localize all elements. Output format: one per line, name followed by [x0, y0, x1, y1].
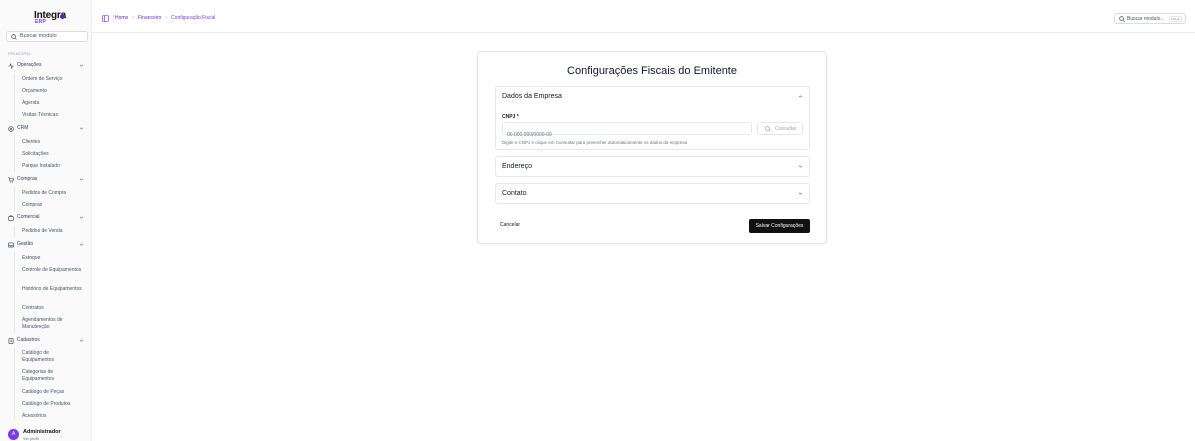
sidebar-item-clientes[interactable]: Clientes	[22, 139, 82, 146]
sidebar-group-compras[interactable]: Compras	[8, 176, 86, 184]
chevron-down-icon[interactable]	[798, 191, 803, 196]
logo-subtext: ERP	[35, 19, 47, 25]
inbox-icon	[8, 242, 14, 248]
section-label: PRINCIPAL	[8, 51, 32, 56]
accordion-endereco[interactable]: Endereço	[495, 156, 810, 177]
sidebar-group-label: Operações	[17, 62, 42, 68]
sidebar-item-pedidos-compra[interactable]: Pedidos de Compra	[22, 190, 82, 197]
tree-guide-line	[14, 187, 15, 211]
tree-guide-line	[14, 73, 15, 121]
sidebar-group-label: Compras	[17, 176, 38, 182]
cnpj-field[interactable]	[503, 129, 751, 141]
global-search-input[interactable]: Buscar modulo... Ctrl+K	[1114, 13, 1186, 24]
sidebar: Integra ERP Buscar modulo PRINCIPAL Oper…	[0, 0, 92, 441]
sidebar-group-operacoes[interactable]: Operações	[8, 62, 86, 70]
consultar-button[interactable]: Consultar	[757, 122, 803, 135]
sidebar-item-solicitacoes[interactable]: Solicitações	[22, 151, 82, 158]
sidebar-item-categorias-equipamentos[interactable]: Categorias de Equipamentos	[22, 369, 82, 382]
sidebar-item-agendamentos-manutencao[interactable]: Agendamentos de Manutenção	[22, 317, 82, 330]
accordion-header-endereco[interactable]: Endereço	[502, 163, 532, 170]
chevron-up-icon[interactable]	[798, 94, 803, 99]
chevron-right-icon: ›	[165, 15, 168, 21]
sidebar-item-controle-equipamentos[interactable]: Controle de Equipamentos	[22, 267, 82, 274]
sidebar-group-gestao[interactable]: Gestão	[8, 241, 86, 249]
user-profile-link[interactable]: Ver perfil	[23, 436, 39, 441]
sidebar-item-acessorios[interactable]: Acessórios	[22, 413, 82, 420]
sidebar-group-label: Cadastros	[17, 337, 40, 343]
page-title: Configurações Fiscais do Emitente	[567, 65, 737, 77]
sidebar-item-agenda[interactable]: Agenda	[22, 100, 82, 107]
divider	[113, 14, 114, 23]
sidebar-item-catalogo-produtos[interactable]: Catálogo de Produtos	[22, 401, 82, 408]
sidebar-item-orcamento[interactable]: Orçamento	[22, 88, 82, 95]
sidebar-item-catalogo-equipamentos[interactable]: Catálogo de Equipamentos	[22, 350, 82, 363]
sidebar-item-parque-instalado[interactable]: Parque Instalado	[22, 163, 82, 170]
chevron-down-icon	[79, 63, 84, 68]
sidebar-item-estoque[interactable]: Estoque	[22, 255, 82, 262]
activity-icon	[8, 63, 14, 69]
consultar-label: Consultar	[775, 126, 797, 132]
sidebar-item-catalogo-pecas[interactable]: Catálogo de Peças	[22, 389, 82, 396]
keyboard-shortcut-badge: Ctrl+K	[1169, 16, 1182, 22]
chevron-down-icon	[79, 242, 84, 247]
sidebar-group-label: Comercial	[17, 214, 40, 220]
accordion-dados-empresa: Dados da Empresa CNPJ * Consultar Digite…	[495, 86, 810, 150]
tree-guide-line	[14, 225, 15, 237]
sidebar-item-historico-equipamentos[interactable]: Histórico de Equipamentos	[22, 286, 82, 293]
accordion-header-contato[interactable]: Contato	[502, 190, 527, 197]
sidebar-group-comercial[interactable]: Comercial	[8, 214, 86, 222]
sidebar-item-ordem-servico[interactable]: Ordem de Serviço	[22, 76, 82, 83]
cnpj-field-wrapper	[502, 122, 752, 141]
tree-guide-line	[14, 252, 15, 333]
sidebar-search-input[interactable]: Buscar modulo	[6, 31, 88, 42]
fiscal-settings-card: Configurações Fiscais do Emitente Dados …	[477, 51, 827, 244]
breadcrumb-financeiro[interactable]: Financeiro	[138, 15, 161, 21]
avatar: A	[8, 429, 19, 440]
accordion-contato[interactable]: Contato	[495, 183, 810, 204]
tree-guide-line	[14, 348, 15, 420]
sidebar-group-cadastros[interactable]: Cadastros	[8, 337, 86, 345]
briefcase-icon	[8, 215, 14, 221]
chevron-down-icon[interactable]	[798, 164, 803, 169]
tree-guide-line	[14, 136, 15, 172]
search-icon	[1119, 16, 1125, 22]
breadcrumb-home[interactable]: Home	[115, 15, 128, 21]
chevron-right-icon: ›	[132, 15, 135, 21]
chevron-down-icon	[79, 338, 84, 343]
sidebar-group-label: CRM	[17, 125, 29, 131]
global-search-placeholder: Buscar modulo...	[1127, 16, 1165, 22]
accordion-header-dados-empresa[interactable]: Dados da Empresa	[502, 93, 562, 100]
top-header: Home › Financeiro › Configuração Fiscal …	[92, 0, 1195, 33]
cancel-button[interactable]: Cancelar	[500, 222, 520, 228]
user-name: Administrador	[23, 429, 61, 435]
chevron-down-icon	[79, 177, 84, 182]
cnpj-label: CNPJ *	[502, 114, 519, 120]
sidebar-group-label: Gestão	[17, 241, 34, 247]
breadcrumb: Home › Financeiro › Configuração Fiscal	[115, 15, 215, 21]
sidebar-toggle-icon[interactable]	[102, 15, 109, 22]
breadcrumb-current: Configuração Fiscal	[171, 15, 216, 21]
sidebar-item-pedidos-venda[interactable]: Pedidos de Venda	[22, 228, 82, 235]
chevron-down-icon	[79, 215, 84, 220]
search-icon	[765, 126, 771, 132]
cart-icon	[8, 177, 14, 183]
sidebar-item-contratos[interactable]: Contratos	[22, 305, 82, 312]
database-icon	[8, 338, 14, 344]
chevron-down-icon	[79, 126, 84, 131]
target-icon	[8, 126, 14, 132]
sidebar-item-visitas-tecnicas[interactable]: Visitas Técnicas	[22, 112, 82, 119]
logo-dot-icon	[60, 14, 65, 19]
sidebar-item-compras[interactable]: Compras	[22, 202, 82, 209]
save-button[interactable]: Salvar Configurações	[749, 219, 810, 233]
cnpj-hint: Digite o CNPJ e clique em Consultar para…	[502, 140, 688, 145]
logo[interactable]: Integra ERP	[34, 10, 74, 26]
search-icon	[11, 34, 17, 40]
sidebar-search-placeholder: Buscar modulo	[20, 33, 57, 39]
sidebar-group-crm[interactable]: CRM	[8, 125, 86, 133]
